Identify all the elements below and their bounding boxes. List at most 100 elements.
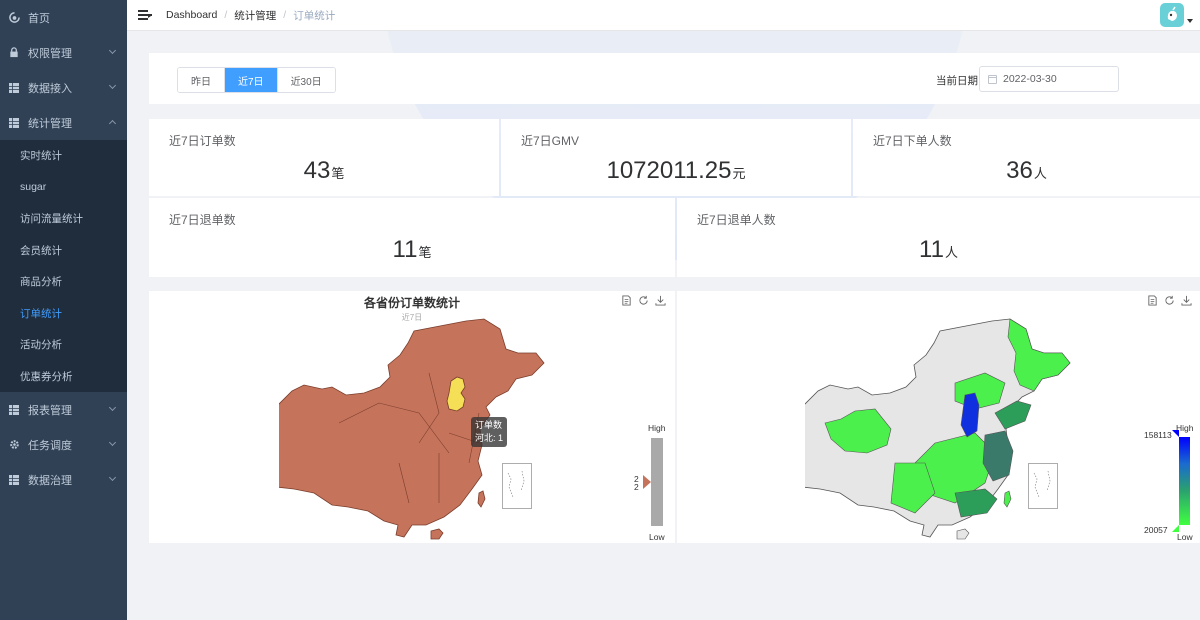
stat-label: 近7日订单数 xyxy=(169,134,236,148)
chart-toolbox xyxy=(621,295,666,306)
stat-value: 11人 xyxy=(677,236,1200,264)
download-icon[interactable] xyxy=(1181,295,1192,306)
tooltip-title: 订单数 xyxy=(475,420,503,430)
submenu-label: 活动分析 xyxy=(20,339,62,352)
tab-last-7-days[interactable]: 近7日 xyxy=(225,68,278,92)
visualmap-low-label: Low xyxy=(1177,532,1193,542)
statistics-submenu: 实时统计 sugar 访问流量统计 会员统计 商品分析 订单统计 活动分析 优惠… xyxy=(0,140,127,392)
breadcrumb-statistics[interactable]: 统计管理 xyxy=(234,8,276,23)
date-value: 2022-03-30 xyxy=(1003,73,1057,85)
sidebar-item-home[interactable]: 首页 xyxy=(0,0,127,35)
visualmap-marker xyxy=(643,475,651,489)
date-range-tabs: 昨日 近7日 近30日 xyxy=(177,67,336,93)
lock-icon xyxy=(8,47,20,59)
stat-label: 近7日退单人数 xyxy=(697,213,776,227)
sidebar-item-label: 数据治理 xyxy=(28,474,72,487)
visualmap-low-handle[interactable] xyxy=(1172,525,1179,532)
map-region-hainan xyxy=(430,528,444,540)
sidebar-item-permissions[interactable]: 权限管理 xyxy=(0,35,127,70)
chevron-down-icon xyxy=(108,438,117,447)
map-region-taiwan xyxy=(477,490,486,508)
submenu-item-members[interactable]: 会员统计 xyxy=(0,235,127,267)
data-view-icon[interactable] xyxy=(1147,295,1158,306)
sidebar-item-statistics[interactable]: 统计管理 xyxy=(0,105,127,140)
stat-value: 36人 xyxy=(853,157,1200,185)
stat-label: 近7日GMV xyxy=(521,134,580,148)
visualmap-high-handle[interactable] xyxy=(1172,430,1179,437)
visualmap-max-value: 158113 xyxy=(1144,430,1172,440)
stat-unit: 笔 xyxy=(418,245,432,260)
sidebar-item-label: 统计管理 xyxy=(28,117,72,130)
submenu-item-activities[interactable]: 活动分析 xyxy=(0,329,127,361)
sidebar-item-reports[interactable]: 报表管理 xyxy=(0,392,127,427)
visualmap-high-label: High xyxy=(648,423,666,433)
current-date-label: 当前日期 xyxy=(936,75,978,87)
chevron-down-icon xyxy=(108,81,117,90)
top-navbar: Dashboard / 统计管理 / 订单统计 xyxy=(127,0,1200,31)
sidebar-item-label: 权限管理 xyxy=(28,47,72,60)
dashboard-icon xyxy=(8,12,20,24)
chart-toolbox xyxy=(1147,295,1192,306)
stat-card-orders: 近7日订单数 43笔 xyxy=(149,119,499,196)
visualmap-low-label: Low xyxy=(649,532,665,542)
province-orders-map-panel: 各省份订单数统计 近7日 订单数 河北: 1 High 2 2 Low xyxy=(149,291,675,543)
download-icon[interactable] xyxy=(655,295,666,306)
breadcrumb-orders: 订单统计 xyxy=(293,9,336,22)
submenu-label: 实时统计 xyxy=(20,150,62,163)
visualmap-gradient-bar[interactable] xyxy=(1179,437,1190,525)
breadcrumb: Dashboard / 统计管理 / 订单统计 xyxy=(166,8,335,23)
refresh-icon[interactable] xyxy=(638,295,649,306)
stat-unit: 元 xyxy=(732,166,746,181)
breadcrumb-dashboard[interactable]: Dashboard xyxy=(166,9,217,21)
stat-value: 1072011.25元 xyxy=(501,157,851,185)
caret-down-icon[interactable] xyxy=(1187,19,1193,23)
refresh-icon[interactable] xyxy=(1164,295,1175,306)
tab-last-30-days[interactable]: 近30日 xyxy=(277,68,335,92)
hamburger-icon[interactable] xyxy=(138,9,152,21)
submenu-item-sugar[interactable]: sugar xyxy=(0,172,127,204)
chevron-up-icon xyxy=(108,119,117,128)
submenu-label: 商品分析 xyxy=(20,276,62,289)
submenu-label: 订单统计 xyxy=(20,307,62,320)
submenu-label: 访问流量统计 xyxy=(20,213,83,226)
date-picker-input[interactable]: 2022-03-30 xyxy=(979,66,1119,92)
submenu-label: sugar xyxy=(20,181,47,194)
stat-unit: 笔 xyxy=(331,166,345,181)
stat-card-refund-users: 近7日退单人数 11人 xyxy=(677,198,1200,277)
stat-unit: 人 xyxy=(944,245,958,260)
visualmap-bar[interactable] xyxy=(651,438,663,526)
grid-icon xyxy=(8,82,20,94)
sidebar-item-label: 报表管理 xyxy=(28,404,72,417)
calendar-icon xyxy=(988,74,997,84)
grid-icon xyxy=(8,474,20,486)
stat-number: 11 xyxy=(392,236,418,263)
submenu-item-products[interactable]: 商品分析 xyxy=(0,266,127,298)
tab-yesterday[interactable]: 昨日 xyxy=(178,68,225,92)
submenu-item-realtime[interactable]: 实时统计 xyxy=(0,140,127,172)
stat-card-refunds: 近7日退单数 11笔 xyxy=(149,198,675,277)
sidebar-item-governance[interactable]: 数据治理 xyxy=(0,462,127,497)
stat-number: 36 xyxy=(1006,157,1033,184)
data-view-icon[interactable] xyxy=(621,295,632,306)
submenu-item-traffic[interactable]: 访问流量统计 xyxy=(0,203,127,235)
avatar[interactable] xyxy=(1160,3,1184,27)
sidebar-item-data-access[interactable]: 数据接入 xyxy=(0,70,127,105)
sidebar-item-label: 数据接入 xyxy=(28,82,72,95)
filter-panel: 昨日 近7日 近30日 当前日期 2022-03-30 xyxy=(149,53,1200,104)
stat-card-buyers: 近7日下单人数 36人 xyxy=(853,119,1200,196)
sidebar-item-label: 首页 xyxy=(28,12,50,25)
submenu-label: 优惠券分析 xyxy=(20,370,73,383)
map-region-taiwan xyxy=(1003,490,1012,508)
grid-icon xyxy=(8,117,20,129)
stat-card-gmv: 近7日GMV 1072011.25元 xyxy=(501,119,851,196)
submenu-label: 会员统计 xyxy=(20,244,62,257)
stat-unit: 人 xyxy=(1033,166,1047,181)
sidebar-item-scheduler[interactable]: 任务调度 xyxy=(0,427,127,462)
chart-title: 各省份订单数统计 xyxy=(363,296,460,310)
submenu-item-orders[interactable]: 订单统计 xyxy=(0,298,127,330)
breadcrumb-separator: / xyxy=(283,9,287,21)
submenu-item-coupons[interactable]: 优惠券分析 xyxy=(0,361,127,393)
stat-value: 11笔 xyxy=(149,236,675,264)
stat-number: 43 xyxy=(303,157,331,184)
grid-icon xyxy=(8,404,20,416)
